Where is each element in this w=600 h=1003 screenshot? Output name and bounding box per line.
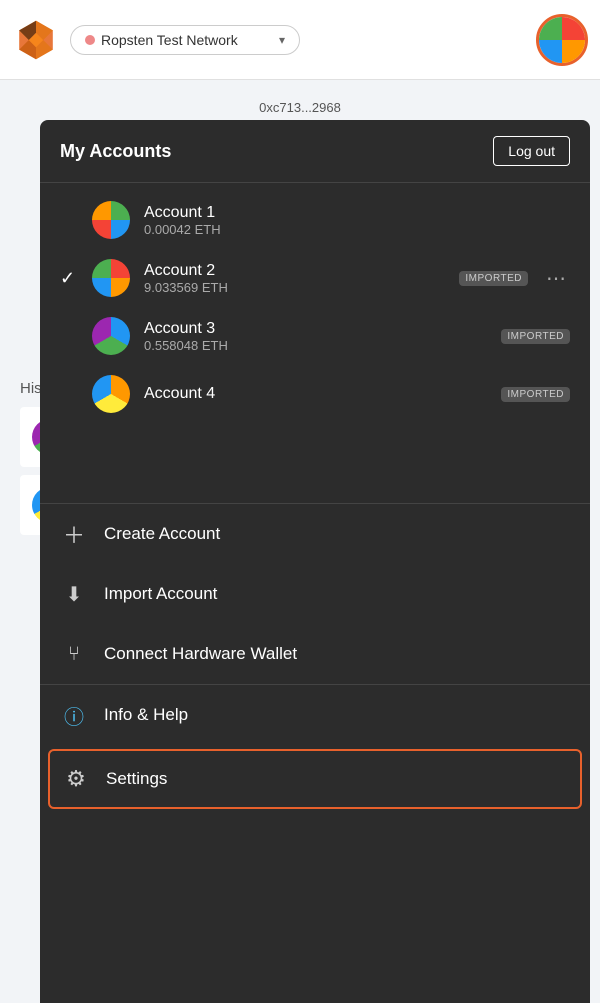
imported-badge-2: IMPORTED <box>459 271 528 286</box>
hardware-wallet-icon: ⑂ <box>60 640 88 668</box>
accounts-panel: My Accounts Log out Account 1 0.00042 ET… <box>40 120 590 1003</box>
settings-item[interactable]: ⚙ Settings <box>48 749 582 809</box>
import-icon: ⬇ <box>60 580 88 608</box>
account-name-3: Account 3 <box>144 320 487 338</box>
accounts-list: Account 1 0.00042 ETH ✓ Account 2 9.0335… <box>40 183 590 503</box>
account-avatar-3 <box>92 317 130 355</box>
settings-label: Settings <box>106 769 167 789</box>
network-name-label: Ropsten Test Network <box>101 32 273 48</box>
more-options-icon-2[interactable]: ⋯ <box>542 266 570 291</box>
account-avatar-1 <box>92 201 130 239</box>
account-info-1: Account 1 0.00042 ETH <box>144 204 570 237</box>
account-name-4: Account 4 <box>144 385 487 403</box>
connect-hardware-item[interactable]: ⑂ Connect Hardware Wallet <box>40 624 590 684</box>
account-avatar-4 <box>92 375 130 413</box>
account-item-4[interactable]: Account 4 IMPORTED <box>40 365 590 423</box>
account-info-4: Account 4 <box>144 385 487 403</box>
imported-badge-3: IMPORTED <box>501 329 570 344</box>
network-status-dot <box>85 35 95 45</box>
topbar: Ropsten Test Network ▾ <box>0 0 600 80</box>
chevron-down-icon: ▾ <box>279 33 285 47</box>
account-info-2: Account 2 9.033569 ETH <box>144 262 445 295</box>
selected-checkmark-2: ✓ <box>60 268 78 289</box>
import-account-label: Import Account <box>104 584 217 604</box>
network-selector[interactable]: Ropsten Test Network ▾ <box>70 25 300 55</box>
account-address-label: 0xc713...2968 <box>20 100 580 115</box>
account-balance-2: 9.033569 ETH <box>144 280 445 295</box>
settings-gear-icon: ⚙ <box>62 765 90 793</box>
import-account-item[interactable]: ⬇ Import Account <box>40 564 590 624</box>
logout-button[interactable]: Log out <box>493 136 570 166</box>
account-item-2[interactable]: ✓ Account 2 9.033569 ETH IMPORTED ⋯ <box>40 249 590 307</box>
create-account-label: Create Account <box>104 524 220 544</box>
account-balance-1: 0.00042 ETH <box>144 222 570 237</box>
account-info-3: Account 3 0.558048 ETH <box>144 320 487 353</box>
account-name-2: Account 2 <box>144 262 445 280</box>
imported-badge-4: IMPORTED <box>501 387 570 402</box>
panel-title: My Accounts <box>60 141 171 162</box>
account-avatar-button[interactable] <box>536 14 588 66</box>
info-help-item[interactable]: ⓘ Info & Help <box>40 685 590 745</box>
account-name-1: Account 1 <box>144 204 570 222</box>
connect-hardware-label: Connect Hardware Wallet <box>104 644 297 664</box>
info-icon: ⓘ <box>60 701 88 729</box>
account-balance-3: 0.558048 ETH <box>144 338 487 353</box>
account-avatar-2 <box>92 259 130 297</box>
account-item-1[interactable]: Account 1 0.00042 ETH <box>40 191 590 249</box>
account-item-3[interactable]: Account 3 0.558048 ETH IMPORTED <box>40 307 590 365</box>
create-account-item[interactable]: ＋ Create Account <box>40 504 590 564</box>
panel-header: My Accounts Log out <box>40 120 590 183</box>
info-help-label: Info & Help <box>104 705 188 725</box>
metamask-logo-icon <box>12 16 60 64</box>
plus-icon: ＋ <box>60 520 88 548</box>
